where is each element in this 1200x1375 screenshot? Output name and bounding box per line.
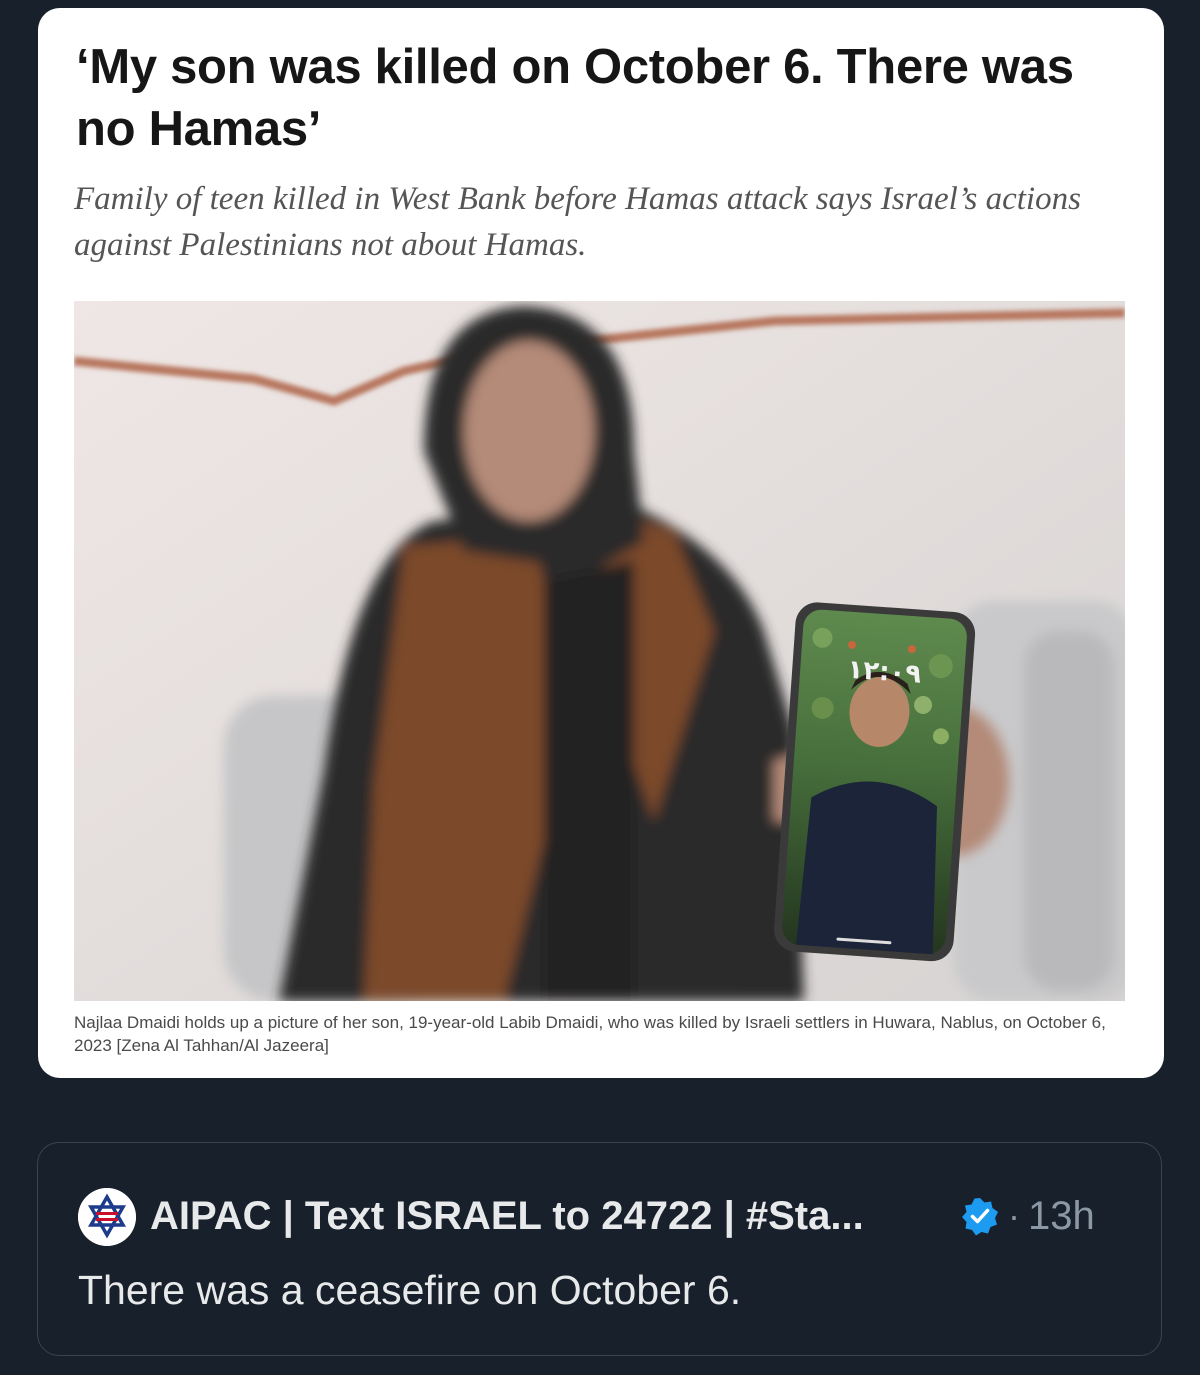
quoted-tweet-author[interactable]: AIPAC | Text ISRAEL to 24722 | #Sta... — [150, 1190, 864, 1242]
quoted-tweet-text: There was a ceasefire on October 6. — [78, 1267, 742, 1313]
photo-caption: Najlaa Dmaidi holds up a picture of her … — [74, 1013, 1106, 1055]
article-headline: ‘My son was killed on October 6. There w… — [76, 40, 1074, 156]
article-subhead: Family of teen killed in West Bank befor… — [74, 181, 1081, 263]
phone-clock: ١٢:٠٩ — [846, 655, 922, 690]
article-card[interactable]: ‘My son was killed on October 6. There w… — [38, 8, 1164, 1078]
quoted-tweet[interactable]: AIPAC | Text ISRAEL to 24722 | #Sta... ·… — [37, 1142, 1162, 1356]
aipac-logo-icon[interactable] — [78, 1188, 136, 1246]
meta-separator: · — [1008, 1195, 1020, 1236]
tweet-timestamp[interactable]: 13h — [1028, 1190, 1095, 1242]
article-photo: ١٢:٠٩ — [74, 301, 1125, 1001]
verified-badge-icon — [960, 1196, 1000, 1236]
